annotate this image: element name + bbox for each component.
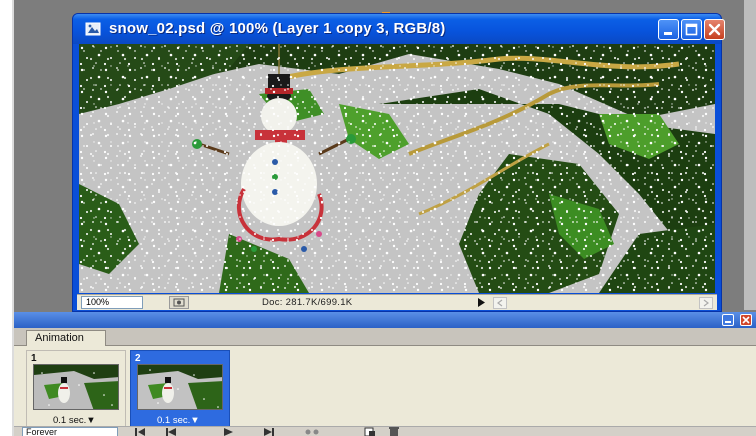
zoom-level-field[interactable]: 100% [81, 296, 143, 309]
frame-thumbnail-image [34, 365, 118, 409]
frames-strip: 1 0.1 sec.▼ 2 0.1 sec.▼ [14, 346, 756, 428]
maximize-icon [685, 23, 698, 36]
palette-tab-row: Animation [14, 328, 756, 359]
play-icon[interactable] [220, 427, 236, 436]
horizontal-scroll-right-button[interactable] [699, 297, 713, 309]
animation-frame[interactable]: 1 0.1 sec.▼ [26, 350, 126, 428]
animation-controls-bar: Forever [14, 426, 756, 436]
previous-frame-icon[interactable] [164, 427, 180, 436]
scroll-right-arrow-icon [703, 299, 709, 307]
workspace-right-edge [744, 0, 756, 310]
close-button[interactable] [704, 19, 725, 40]
minimize-icon [725, 321, 731, 323]
status-options-button[interactable] [169, 296, 189, 309]
tab-animation[interactable]: Animation [26, 330, 106, 346]
status-menu-arrow-icon[interactable] [475, 297, 487, 308]
horizontal-scroll-left-button[interactable] [493, 297, 507, 309]
quick-mask-icon [173, 298, 185, 307]
maximize-button[interactable] [681, 19, 702, 40]
palette-minimize-button[interactable] [722, 314, 734, 326]
animation-frame-selected[interactable]: 2 0.1 sec.▼ [130, 350, 230, 428]
palette-close-button[interactable] [740, 314, 752, 326]
first-frame-icon[interactable] [132, 427, 148, 436]
document-window: snow_02.psd @ 100% (Layer 1 copy 3, RGB/… [72, 13, 725, 312]
tween-icon[interactable] [304, 427, 320, 436]
new-frame-icon[interactable] [362, 427, 378, 436]
close-icon [708, 23, 721, 36]
palette-titlebar[interactable] [14, 312, 756, 328]
loop-options-select[interactable]: Forever [22, 427, 118, 436]
document-titlebar[interactable]: snow_02.psd @ 100% (Layer 1 copy 3, RGB/… [73, 14, 725, 44]
frame-delay-dropdown[interactable]: 0.1 sec.▼ [53, 415, 96, 426]
next-frame-icon[interactable] [260, 427, 276, 436]
photoshop-document-icon [85, 22, 101, 36]
delete-frame-icon[interactable] [386, 427, 402, 436]
frame-number: 2 [135, 353, 141, 364]
frame-thumbnail [33, 364, 119, 410]
document-title: snow_02.psd @ 100% (Layer 1 copy 3, RGB/… [109, 20, 446, 37]
minimize-icon [664, 32, 672, 35]
minimize-button[interactable] [658, 19, 679, 40]
document-canvas[interactable] [79, 44, 715, 293]
snowman-ornament-photo [79, 44, 715, 293]
frame-delay-dropdown[interactable]: 0.1 sec.▼ [157, 415, 200, 426]
frame-number: 1 [31, 353, 37, 364]
document-statusbar: 100% Doc: 281.7K/699.1K [77, 294, 717, 310]
close-icon [742, 316, 750, 324]
frame-thumbnail [137, 364, 223, 410]
frame-thumbnail-image [138, 365, 222, 409]
document-size-info: Doc: 281.7K/699.1K [262, 297, 353, 308]
scroll-left-arrow-icon [497, 299, 503, 307]
animation-palette: Animation 1 0.1 sec.▼ 2 0.1 sec.▼ Foreve… [14, 312, 756, 436]
